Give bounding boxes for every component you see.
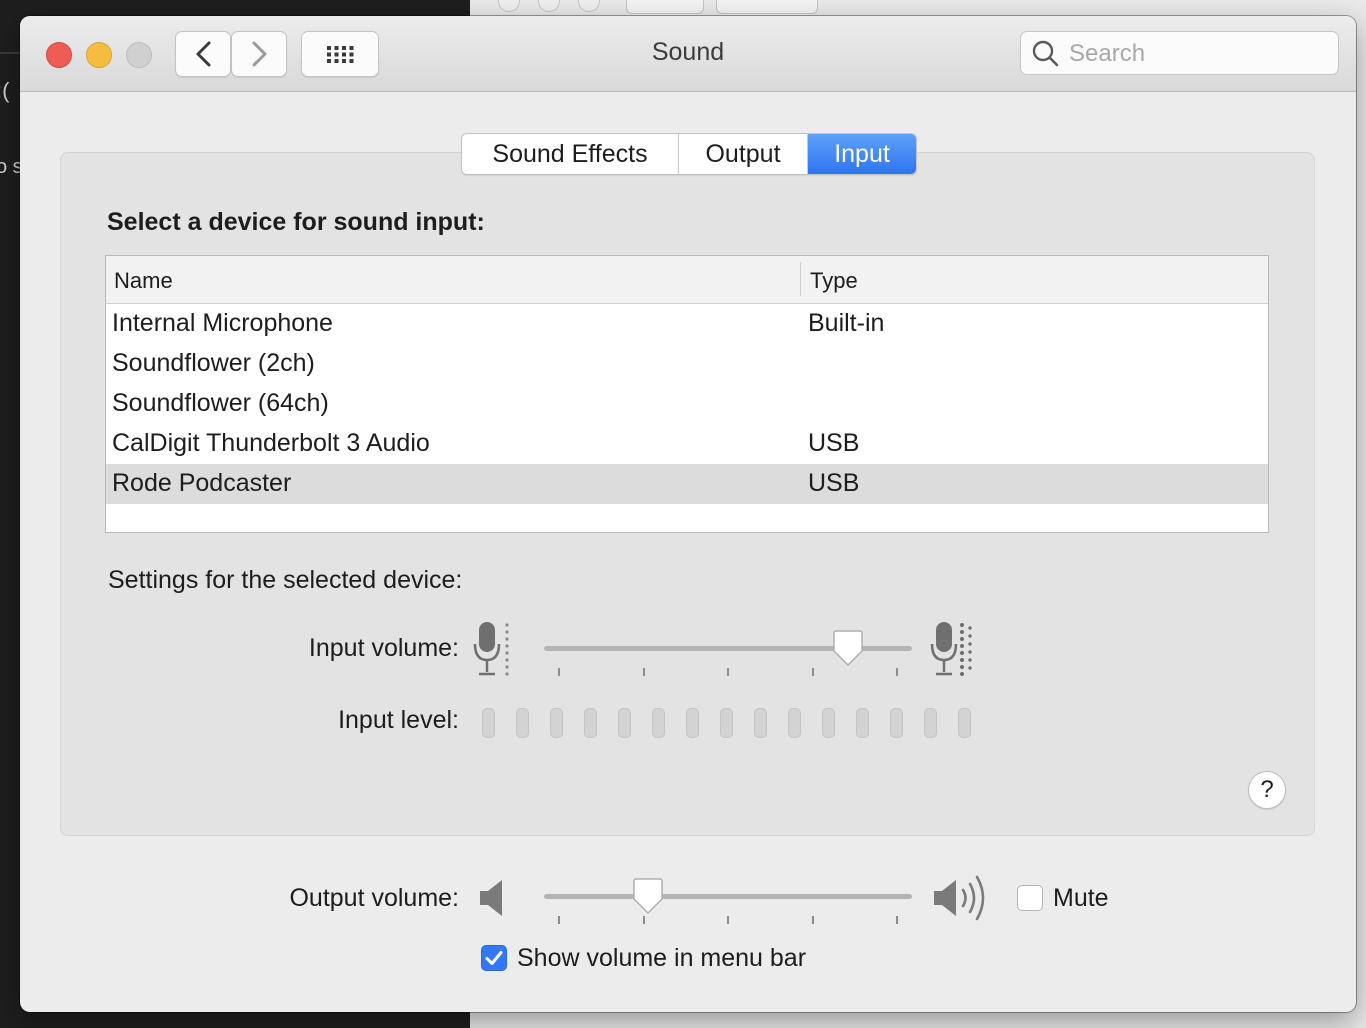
output-volume-label: Output volume:	[289, 884, 459, 912]
table-row[interactable]: Soundflower (2ch)	[106, 344, 1268, 384]
background-divider	[0, 52, 20, 54]
device-name: CalDigit Thunderbolt 3 Audio	[112, 429, 430, 457]
device-type: Built-in	[808, 309, 885, 337]
level-segment	[482, 708, 495, 738]
checkmark-icon	[485, 951, 503, 965]
level-segment	[720, 708, 733, 738]
title-bar: Sound	[20, 16, 1356, 92]
table-row-selected[interactable]: Rode Podcaster USB	[106, 464, 1268, 504]
slider-thumb[interactable]	[831, 630, 865, 668]
slider-tick	[812, 916, 814, 924]
level-segment	[584, 708, 597, 738]
mute-label[interactable]: Mute	[1053, 884, 1109, 913]
device-type: USB	[808, 429, 860, 457]
level-segment	[550, 708, 563, 738]
level-segment	[754, 708, 767, 738]
tab-input[interactable]: Input	[808, 134, 916, 174]
slider-tick	[643, 668, 645, 676]
slider-tick	[727, 916, 729, 924]
input-level-label: Input level:	[338, 706, 459, 734]
level-segment	[924, 708, 937, 738]
column-header-name[interactable]: Name	[114, 268, 173, 294]
input-device-table[interactable]: Name Type Internal Microphone Built-in S…	[105, 255, 1269, 533]
input-device-heading: Select a device for sound input:	[107, 208, 485, 236]
device-name: Rode Podcaster	[112, 469, 292, 497]
help-button[interactable]: ?	[1248, 771, 1286, 809]
tab-bar: Sound Effects Output Input	[461, 133, 917, 175]
slider-tick	[643, 916, 645, 924]
table-header: Name Type	[106, 256, 1268, 304]
slider-track	[544, 894, 912, 899]
device-name: Soundflower (2ch)	[112, 349, 315, 377]
background-button	[626, 0, 704, 14]
level-segment	[822, 708, 835, 738]
level-segment	[618, 708, 631, 738]
level-segment	[788, 708, 801, 738]
level-segment	[958, 708, 971, 738]
sound-preferences-window: Sound Sound Effects Output Input Select …	[20, 16, 1356, 1012]
table-row[interactable]: Soundflower (64ch)	[106, 384, 1268, 424]
level-segment	[652, 708, 665, 738]
tab-sound-effects[interactable]: Sound Effects	[462, 134, 679, 174]
device-name: Soundflower (64ch)	[112, 389, 329, 417]
mute-checkbox[interactable]	[1017, 885, 1043, 911]
microphone-low-icon	[473, 622, 509, 676]
device-name: Internal Microphone	[112, 309, 333, 337]
output-volume-slider[interactable]	[544, 876, 912, 936]
slider-tick	[558, 668, 560, 676]
show-volume-menubar-checkbox[interactable]	[481, 945, 507, 971]
level-segment	[890, 708, 903, 738]
level-segment	[856, 708, 869, 738]
slider-tick	[812, 668, 814, 676]
search-field[interactable]	[1020, 31, 1339, 75]
search-icon	[1032, 40, 1059, 67]
slider-tick	[896, 916, 898, 924]
input-volume-label: Input volume:	[308, 634, 459, 662]
slider-tick	[727, 668, 729, 676]
show-volume-menubar-label[interactable]: Show volume in menu bar	[517, 944, 806, 973]
column-header-type[interactable]: Type	[810, 268, 858, 294]
device-type: USB	[808, 469, 860, 497]
level-segment	[686, 708, 699, 738]
background-button	[716, 0, 818, 14]
speaker-low-icon	[480, 880, 502, 916]
background-text-fragment: :(	[0, 78, 10, 103]
tab-output[interactable]: Output	[679, 134, 808, 174]
input-volume-slider[interactable]	[544, 628, 912, 688]
search-input[interactable]	[1067, 38, 1331, 70]
table-row[interactable]: CalDigit Thunderbolt 3 Audio USB	[106, 424, 1268, 464]
level-segment	[516, 708, 529, 738]
microphone-high-icon	[930, 622, 972, 676]
table-row[interactable]: Internal Microphone Built-in	[106, 304, 1268, 344]
speaker-high-icon	[934, 875, 985, 921]
slider-thumb[interactable]	[631, 878, 665, 916]
slider-tick	[558, 916, 560, 924]
column-separator	[800, 262, 801, 296]
device-settings-label: Settings for the selected device:	[108, 566, 463, 594]
slider-tick	[896, 668, 898, 676]
